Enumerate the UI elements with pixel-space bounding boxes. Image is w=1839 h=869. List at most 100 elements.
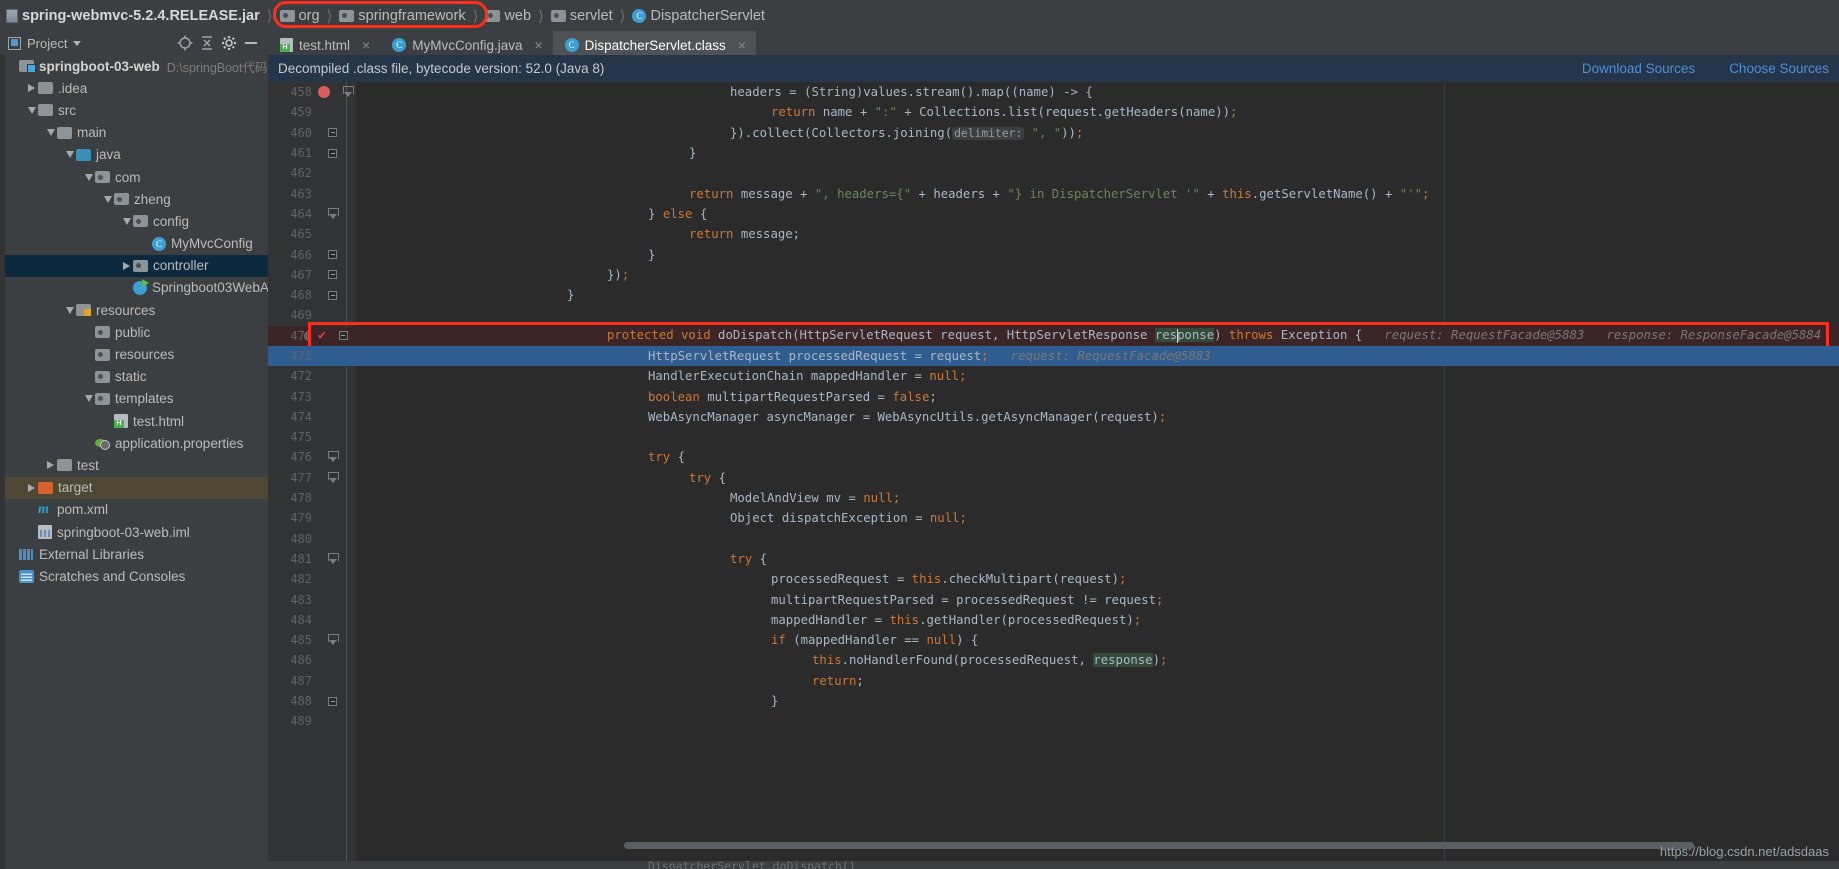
code-fold-icon[interactable] — [343, 86, 354, 98]
gutter-marker[interactable] — [318, 711, 354, 731]
code-line[interactable]: 459 return name + ":" + Collections.list(… — [268, 102, 1839, 122]
tree-item-external-libraries[interactable]: External Libraries — [0, 543, 268, 565]
tree-item-resources[interactable]: resources — [0, 343, 268, 365]
breadcrumb-item-class[interactable]: C DispatcherServlet — [632, 8, 765, 24]
code-text[interactable]: return name + ":" + Collections.list(req… — [364, 105, 1839, 119]
code-line[interactable]: 470 @ ✔ protected void doDispatch(HttpServl… — [268, 321, 1839, 350]
code-editor[interactable]: 458 headers = (String)values.stream().map… — [268, 82, 1839, 869]
code-line[interactable]: 465 return message; — [268, 224, 1839, 244]
code-line[interactable]: 481 try { — [268, 549, 1839, 569]
chevron-down-icon[interactable] — [44, 129, 57, 137]
code-line[interactable]: 486 this.noHandlerFound(processedRequest,… — [268, 650, 1839, 670]
code-text[interactable]: multipartRequestParsed = processedReques… — [364, 593, 1839, 607]
gutter-marker[interactable] — [318, 508, 354, 528]
gutter-marker[interactable] — [318, 407, 354, 427]
code-fold-icon[interactable] — [328, 250, 337, 260]
gutter-marker[interactable] — [318, 691, 354, 711]
code-line[interactable]: 460}).collect(Collectors.joining(delimit… — [268, 123, 1839, 143]
chevron-down-icon[interactable] — [73, 40, 82, 46]
gutter-marker[interactable] — [318, 224, 354, 244]
code-fold-icon[interactable] — [328, 270, 337, 280]
code-text[interactable]: return; — [364, 674, 1839, 688]
gutter-marker[interactable] — [318, 610, 354, 630]
gutter-marker[interactable] — [318, 123, 354, 143]
gutter-marker[interactable] — [318, 102, 354, 122]
code-line[interactable]: 485 if (mappedHandler == null) { — [268, 630, 1839, 650]
gutter-marker[interactable] — [318, 82, 354, 102]
gutter-marker[interactable]: @ ✔ — [304, 326, 354, 346]
code-line[interactable]: 489 — [268, 711, 1839, 731]
project-tree-panel[interactable]: springboot-03-web D:\springBoot代码 .idea src… — [0, 55, 268, 869]
gutter-marker[interactable] — [318, 184, 354, 204]
code-text[interactable]: Object dispatchException = null; — [364, 511, 1839, 525]
code-line[interactable]: 476 try { — [268, 447, 1839, 467]
chevron-down-icon[interactable] — [82, 173, 95, 181]
close-icon[interactable]: × — [738, 38, 746, 52]
tree-item-public[interactable]: public — [0, 321, 268, 343]
code-fold-icon[interactable] — [328, 471, 339, 484]
tree-item-java[interactable]: java — [0, 144, 268, 166]
chevron-right-icon[interactable] — [25, 483, 38, 492]
chevron-down-icon[interactable] — [120, 217, 133, 225]
breadcrumb-item-servlet[interactable]: servlet — [550, 8, 613, 24]
code-text[interactable]: HttpServletRequest processedRequest = re… — [364, 349, 1839, 363]
gutter-marker[interactable] — [318, 346, 354, 366]
code-line[interactable]: 480 — [268, 529, 1839, 549]
chevron-down-icon[interactable] — [63, 306, 76, 314]
breakpoint-icon[interactable] — [318, 86, 330, 99]
code-text[interactable]: processedRequest = this.checkMultipart(r… — [364, 572, 1839, 586]
gutter-marker[interactable] — [318, 468, 354, 488]
code-text[interactable]: try { — [364, 450, 1839, 464]
code-line[interactable]: 475 — [268, 427, 1839, 447]
tree-item-config[interactable]: config — [0, 210, 268, 232]
gutter-marker[interactable] — [318, 163, 354, 183]
code-line[interactable]: 464} else { — [268, 204, 1839, 224]
code-line[interactable]: 469 — [268, 305, 1839, 325]
gutter-marker[interactable] — [318, 650, 354, 670]
breadcrumb-item-jar[interactable]: spring-webmvc-5.2.4.RELEASE.jar — [6, 8, 260, 24]
chevron-right-icon[interactable] — [120, 261, 133, 270]
code-text[interactable]: headers = (String)values.stream().map((n… — [364, 85, 1839, 99]
code-line[interactable]: 458 headers = (String)values.stream().map… — [268, 82, 1839, 102]
tree-item-target[interactable]: target — [0, 476, 268, 499]
gutter-marker[interactable] — [318, 447, 354, 467]
chevron-down-icon[interactable] — [25, 106, 38, 114]
code-text[interactable]: WebAsyncManager asyncManager = WebAsyncU… — [364, 410, 1839, 424]
locate-icon[interactable] — [174, 32, 196, 54]
tree-item-scratches-and-consoles[interactable]: Scratches and Consoles — [0, 565, 268, 587]
breadcrumb-item-org[interactable]: org — [279, 8, 320, 24]
gutter-marker[interactable] — [318, 387, 354, 407]
code-fold-icon[interactable] — [328, 552, 339, 565]
tree-item-mymvcconfig[interactable]: C MyMvcConfig — [0, 233, 268, 255]
code-line[interactable]: 487 return; — [268, 671, 1839, 691]
code-fold-icon[interactable] — [328, 451, 339, 463]
gutter-marker[interactable] — [318, 245, 354, 265]
gutter-marker[interactable] — [318, 366, 354, 386]
code-line[interactable]: 468} — [268, 285, 1839, 305]
code-text[interactable]: } — [364, 146, 1839, 160]
gutter-marker[interactable] — [318, 427, 354, 447]
code-line[interactable]: 484 mappedHandler = this.getHandler(proce… — [268, 610, 1839, 630]
gutter-marker[interactable] — [318, 529, 354, 549]
collapse-all-icon[interactable] — [196, 32, 218, 54]
code-fold-icon[interactable] — [328, 148, 337, 158]
code-text[interactable]: this.noHandlerFound(processedRequest, re… — [364, 653, 1839, 668]
code-fold-icon[interactable] — [328, 290, 337, 300]
code-text[interactable]: }); — [364, 268, 1839, 282]
tree-item-springboot-03-web[interactable]: springboot-03-web D:\springBoot代码 — [0, 55, 268, 77]
breadcrumb-item-springframework[interactable]: springframework — [339, 8, 466, 24]
code-line[interactable]: 467}); — [268, 265, 1839, 285]
chevron-down-icon[interactable] — [101, 195, 114, 203]
horizontal-scrollbar[interactable] — [356, 842, 1694, 849]
tree-item-pom-xml[interactable]: m pom.xml — [0, 499, 268, 521]
code-line[interactable]: 471 HttpServletRequest processedRequest =… — [268, 345, 1839, 367]
code-text[interactable]: ModelAndView mv = null; — [364, 491, 1839, 505]
tree-item-test-html[interactable]: test.html — [0, 410, 268, 432]
tree-item-idea[interactable]: .idea — [0, 77, 268, 99]
tree-item-springboot03weba[interactable]: Springboot03WebA — [0, 277, 268, 299]
code-line[interactable]: 482 processedRequest = this.checkMultipar… — [268, 569, 1839, 589]
tree-item-controller[interactable]: controller — [0, 254, 268, 277]
code-fold-icon[interactable] — [328, 128, 337, 138]
tree-item-zheng[interactable]: zheng — [0, 188, 268, 210]
tree-item-resources[interactable]: resources — [0, 299, 268, 321]
